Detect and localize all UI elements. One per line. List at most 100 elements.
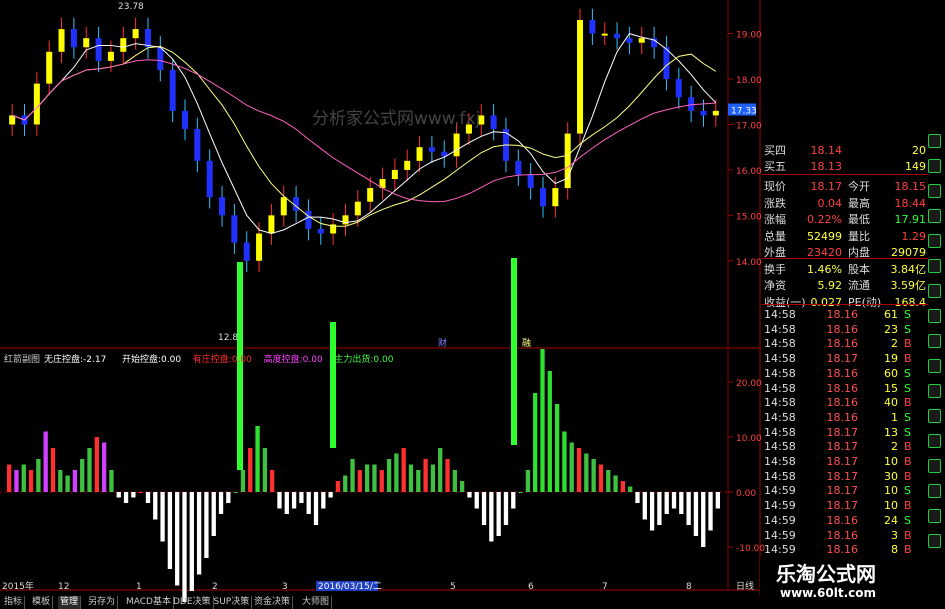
toolbar-button[interactable] (928, 509, 941, 523)
toolbar-button[interactable] (928, 234, 941, 248)
toolbar-button[interactable] (928, 134, 941, 148)
tick-volume: 61 (884, 308, 898, 321)
indicator-bar (562, 431, 567, 492)
tick-side: B (904, 528, 912, 542)
indicator-bar (598, 464, 604, 492)
tab-4[interactable]: MACD基本 (124, 596, 174, 609)
book-price: 18.13 (810, 160, 843, 173)
stat-value: 18.17 (810, 180, 843, 193)
indicator-bar (649, 492, 655, 531)
indicator-bar (357, 470, 362, 492)
candle-body (219, 197, 226, 216)
quote-row: 现价 18.17 今开 18.15 (762, 180, 938, 194)
indicator-bar (153, 492, 158, 520)
toolbar-button[interactable] (928, 209, 941, 223)
toolbar-button[interactable] (928, 534, 941, 548)
tab-1[interactable]: 模板 (30, 596, 54, 609)
indicator-bar (65, 475, 70, 492)
tab-6[interactable]: SUP决策 (212, 596, 253, 609)
tick-volume: 10 (884, 499, 898, 513)
tick-price: 18.17 (826, 499, 859, 513)
toolbar-button[interactable] (928, 334, 941, 348)
indicator-bar (657, 492, 662, 525)
toolbar-button[interactable] (928, 184, 941, 198)
candle-body (9, 115, 16, 125)
toolbar-button[interactable] (928, 309, 941, 323)
site-watermark: 乐淘公式网 www.60lt.com (760, 556, 945, 609)
tick-side: B (904, 352, 912, 366)
watermark-url: www.60lt.com (780, 586, 877, 600)
stat-label: 股本 (848, 262, 870, 276)
toolbar-button[interactable] (928, 359, 941, 373)
indicator-bar (72, 470, 78, 492)
stat-value: 1.46% (807, 262, 842, 276)
stat-value: 18.44 (894, 196, 927, 210)
tab-7[interactable]: 资金决策 (252, 596, 294, 609)
candle-body (626, 38, 633, 43)
date-axis-label: 7 (602, 582, 608, 592)
stat-label: 今开 (848, 180, 870, 193)
tick-price: 18.16 (826, 513, 859, 527)
tab-0[interactable]: 指标 (2, 596, 26, 609)
candle-body (280, 197, 287, 216)
tick-price: 18.16 (826, 528, 859, 542)
toolbar-button[interactable] (928, 259, 941, 273)
candle-body (317, 228, 324, 234)
tick-time: 14:59 (764, 484, 796, 498)
tab-2[interactable]: 管理 (58, 596, 82, 609)
candle-body (527, 174, 534, 189)
stat-value: 5.92 (817, 279, 843, 292)
stat-label: 换手 (764, 262, 786, 276)
toolbar-button[interactable] (928, 159, 941, 173)
indicator-bar (438, 448, 443, 492)
toolbar-button[interactable] (928, 284, 941, 298)
candle-body (70, 29, 77, 48)
indicator-bar (189, 492, 194, 591)
indicator-bar (313, 492, 319, 525)
tab-8[interactable]: 大师图 (300, 596, 333, 609)
indicator-bar (540, 349, 545, 492)
indicator-bar (255, 426, 260, 492)
tab-3[interactable]: 另存为 (86, 596, 119, 609)
indicator-bar (226, 492, 231, 503)
tick-price: 18.17 (826, 440, 859, 454)
toolbar-button[interactable] (928, 459, 941, 473)
tab-5[interactable]: DDE决策 (171, 596, 214, 609)
indicator-bar (701, 492, 706, 547)
indicator-bar (467, 492, 472, 498)
indicator-bar (204, 492, 209, 558)
price-tick-label: 17.00 (736, 121, 762, 131)
candle-body (305, 210, 312, 229)
quote-row: 净资 5.92 流通 3.59亿 (762, 279, 938, 293)
quote-row: 涨跌 0.04 最高 18.44 (762, 197, 938, 211)
right-toolbar[interactable] (927, 134, 941, 594)
indicator-tab-bar: 指标 模板 管理 另存为 MACD基本 DDE决策 SUP决策 资金决策 大师图 (0, 596, 760, 609)
candle-body (700, 110, 707, 116)
toolbar-button[interactable] (928, 434, 941, 448)
quote-row: 14:59 18.16 24 S (762, 514, 938, 528)
legend-entry: 无庄控盘:-2.17 (44, 355, 107, 365)
candle-body (58, 29, 65, 52)
indicator-bar (379, 470, 384, 492)
candle-body (132, 29, 139, 39)
quote-row: 14:58 18.16 2 B (762, 337, 938, 351)
price-panel: 23.7812.88分析家公式网www.fxj财融 (9, 2, 719, 470)
signal-bar (237, 262, 243, 470)
price-tick-label: 15.00 (736, 212, 762, 222)
date-axis-label: 2015年 (2, 580, 34, 592)
toolbar-button[interactable] (928, 409, 941, 423)
date-axis-label: 2016/03/15/二 (318, 582, 382, 592)
toolbar-button[interactable] (928, 484, 941, 498)
date-axis-label: 8 (686, 582, 692, 592)
indicator-bar (94, 437, 99, 492)
toolbar-button[interactable] (928, 384, 941, 398)
tick-price: 18.16 (826, 337, 859, 351)
candle-body (83, 38, 90, 48)
candle-body (354, 201, 361, 216)
candle-body (157, 47, 164, 70)
candle-body (206, 160, 213, 198)
indicator-bar (474, 492, 479, 509)
price-tick-label: 19.00 (736, 31, 762, 41)
quote-row: 14:59 18.17 10 S (762, 484, 938, 498)
tick-side: B (904, 469, 912, 483)
